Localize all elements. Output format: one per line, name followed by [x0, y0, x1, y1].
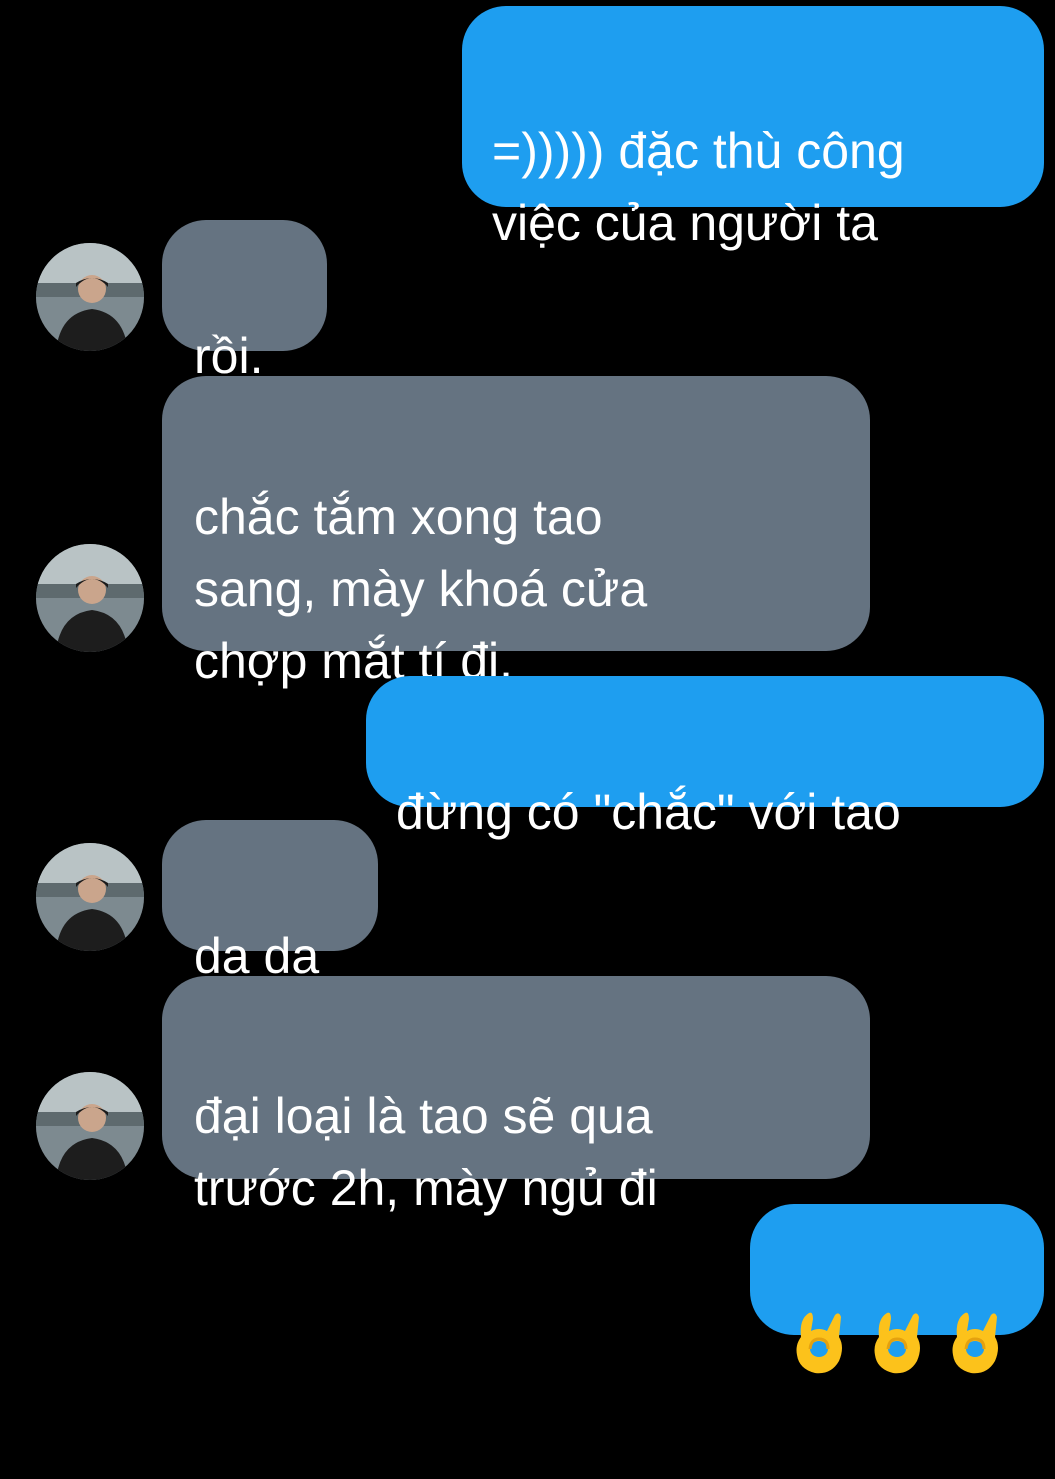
ok-hand-icon [789, 1235, 849, 1449]
ok-hand-icon [867, 1235, 927, 1449]
sent-message[interactable] [750, 1204, 1044, 1373]
message-text: đại loại là tao sẽ qua trước 2h, mày ngủ… [194, 1088, 658, 1216]
ok-hand-icon [945, 1235, 1005, 1449]
sent-message[interactable]: đừng có "chắc" với tao [366, 676, 1044, 840]
sent-message[interactable]: =))))) đặc thù công việc của người ta [462, 6, 1044, 251]
received-message[interactable]: chắc tắm xong tao sang, mày khoá cửa chợ… [162, 376, 870, 689]
received-message[interactable]: đại loại là tao sẽ qua trước 2h, mày ngủ… [162, 976, 870, 1216]
avatar[interactable] [36, 1072, 144, 1180]
message-text: chắc tắm xong tao sang, mày khoá cửa chợ… [194, 489, 648, 689]
message-text: =))))) đặc thù công việc của người ta [492, 123, 905, 251]
received-message[interactable]: dạ dạ [162, 820, 378, 984]
message-text: đừng có "chắc" với tao [396, 784, 901, 840]
received-message[interactable]: rồi. [162, 220, 327, 384]
avatar[interactable] [36, 243, 144, 351]
avatar[interactable] [36, 544, 144, 652]
avatar[interactable] [36, 843, 144, 951]
